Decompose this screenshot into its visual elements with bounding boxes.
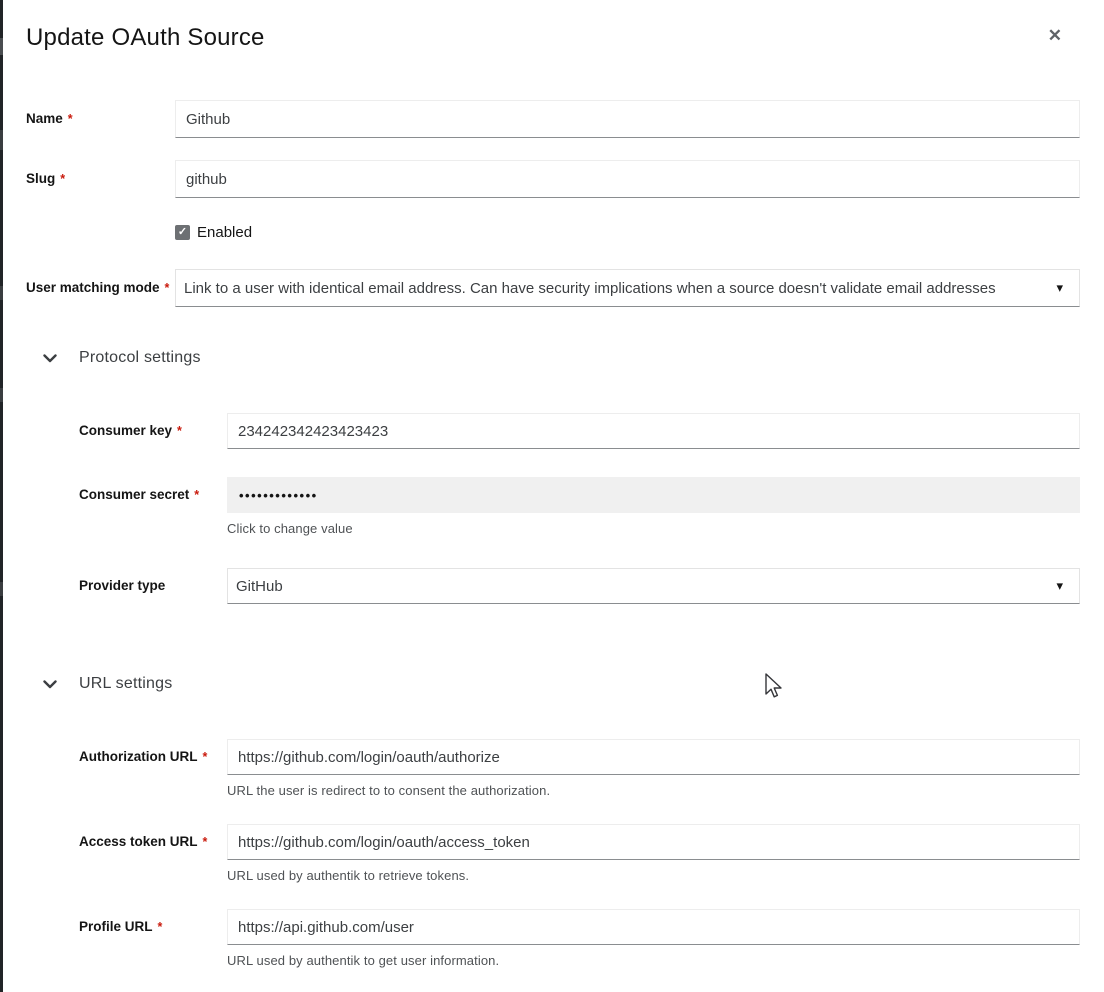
name-field-row: Name* <box>26 100 1080 138</box>
authorization-url-helper: URL the user is redirect to to consent t… <box>227 783 1080 798</box>
slug-field-row: Slug* <box>26 160 1080 198</box>
required-asterisk: * <box>194 488 199 502</box>
slug-label: Slug* <box>26 160 175 198</box>
page-title: Update OAuth Source <box>26 24 265 52</box>
enabled-label: Enabled <box>197 224 252 241</box>
required-asterisk: * <box>165 281 170 295</box>
provider-type-label: Provider type <box>79 568 227 604</box>
close-icon[interactable]: ✕ <box>1044 26 1066 46</box>
access-token-url-field: URL used by authentik to retrieve tokens… <box>227 824 1080 883</box>
access-token-url-input[interactable] <box>227 824 1080 860</box>
authorization-url-label: Authorization URL* <box>79 739 227 775</box>
protocol-settings-toggle[interactable]: Protocol settings <box>43 349 1080 367</box>
required-asterisk: * <box>177 424 182 438</box>
required-asterisk: * <box>158 920 163 934</box>
authorization-url-field: URL the user is redirect to to consent t… <box>227 739 1080 798</box>
consumer-secret-helper: Click to change value <box>227 521 1080 536</box>
url-settings-body: Authorization URL* URL the user is redir… <box>79 739 1080 968</box>
user-matching-mode-row: User matching mode* Link to a user with … <box>26 269 1080 307</box>
protocol-settings-section: Protocol settings Consumer key* Consumer… <box>26 349 1080 604</box>
protocol-settings-body: Consumer key* Consumer secret* Click to … <box>79 413 1080 604</box>
required-asterisk: * <box>203 835 208 849</box>
url-settings-section: URL settings Authorization URL* URL the … <box>26 675 1080 968</box>
modal-header: Update OAuth Source ✕ <box>26 24 1080 52</box>
url-settings-title: URL settings <box>79 675 172 693</box>
consumer-secret-label: Consumer secret* <box>79 477 227 513</box>
enabled-checkbox[interactable]: ✓ <box>175 225 190 240</box>
caret-down-icon: ▾ <box>1056 281 1063 294</box>
profile-url-label: Profile URL* <box>79 909 227 945</box>
consumer-key-row: Consumer key* <box>79 413 1080 449</box>
profile-url-input[interactable] <box>227 909 1080 945</box>
url-settings-toggle[interactable]: URL settings <box>43 675 1080 693</box>
access-token-url-row: Access token URL* URL used by authentik … <box>79 824 1080 883</box>
consumer-secret-input[interactable] <box>227 477 1080 513</box>
chevron-down-icon <box>43 354 59 363</box>
authorization-url-input[interactable] <box>227 739 1080 775</box>
consumer-key-label: Consumer key* <box>79 413 227 449</box>
access-token-url-helper: URL used by authentik to retrieve tokens… <box>227 868 1080 883</box>
required-asterisk: * <box>202 750 207 764</box>
user-matching-mode-label: User matching mode* <box>26 269 175 307</box>
name-input[interactable] <box>175 100 1080 138</box>
consumer-secret-row: Consumer secret* Click to change value <box>79 477 1080 536</box>
profile-url-helper: URL used by authentik to get user inform… <box>227 953 1080 968</box>
authorization-url-row: Authorization URL* URL the user is redir… <box>79 739 1080 798</box>
user-matching-mode-value: Link to a user with identical email addr… <box>184 280 996 297</box>
consumer-secret-field: Click to change value <box>227 477 1080 536</box>
access-token-url-label: Access token URL* <box>79 824 227 860</box>
caret-down-icon: ▾ <box>1056 579 1063 592</box>
user-matching-mode-select[interactable]: Link to a user with identical email addr… <box>175 269 1080 307</box>
protocol-settings-title: Protocol settings <box>79 349 201 367</box>
provider-type-select[interactable]: GitHub ▾ <box>227 568 1080 604</box>
chevron-down-icon <box>43 680 59 689</box>
profile-url-field: URL used by authentik to get user inform… <box>227 909 1080 968</box>
oauth-source-form: Name* Slug* ✓ Enabled User matching mode… <box>26 100 1080 968</box>
enabled-field-row: ✓ Enabled <box>175 224 1080 241</box>
required-asterisk: * <box>60 172 65 186</box>
update-oauth-source-modal: Update OAuth Source ✕ Name* Slug* ✓ Enab… <box>0 0 1104 968</box>
provider-type-row: Provider type GitHub ▾ <box>79 568 1080 604</box>
consumer-key-input[interactable] <box>227 413 1080 449</box>
required-asterisk: * <box>68 112 73 126</box>
slug-input[interactable] <box>175 160 1080 198</box>
name-label: Name* <box>26 100 175 138</box>
provider-type-value: GitHub <box>236 578 283 595</box>
profile-url-row: Profile URL* URL used by authentik to ge… <box>79 909 1080 968</box>
